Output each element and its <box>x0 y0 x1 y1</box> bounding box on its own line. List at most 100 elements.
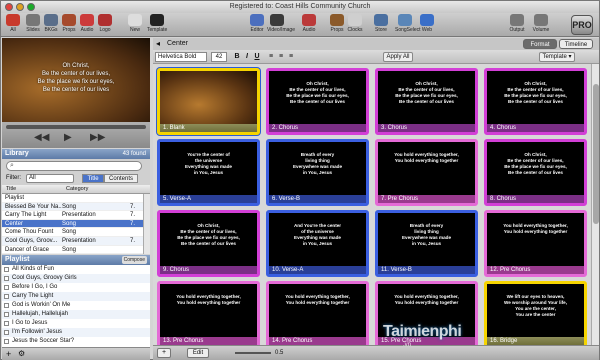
library-row[interactable]: Dancer of Grace Song <box>2 246 143 254</box>
playlist-checkbox[interactable] <box>4 294 9 299</box>
seg-contents[interactable]: Contents <box>104 174 138 183</box>
seg-title[interactable]: Title <box>82 174 104 183</box>
minimize-window-button[interactable] <box>16 3 24 11</box>
slide-thumbnail[interactable]: You hold everything together, You hold ev… <box>266 281 369 345</box>
playlist-checkbox[interactable] <box>4 330 9 335</box>
library-row[interactable]: Playlist <box>2 194 143 203</box>
library-scrollbar[interactable] <box>143 194 150 254</box>
toolbar-props-button[interactable]: Props <box>59 14 79 33</box>
slide-thumbnail[interactable]: Oh Christ, Be the center of our lives, Be … <box>484 139 587 206</box>
toolbar-store-button[interactable]: Store <box>371 14 391 33</box>
font-size-select[interactable]: 42 <box>211 52 227 62</box>
toolbar-logo-button[interactable]: Logo <box>95 14 115 33</box>
slide-thumbnail[interactable]: You hold everything together, You hold ev… <box>484 210 587 277</box>
playlist-item[interactable]: God is Workin' On Me <box>2 301 150 310</box>
library-search: ⌕ <box>2 159 150 173</box>
fast-forward-icon[interactable]: ▶▶ <box>90 132 105 143</box>
playlist-checkbox[interactable] <box>4 276 9 281</box>
watermark-domain: .vn <box>403 342 412 348</box>
search-input[interactable]: ⌕ <box>6 161 142 171</box>
edit-button[interactable]: Edit <box>187 348 209 358</box>
playlist-item[interactable]: All Kinds of Fun <box>2 265 150 274</box>
playlist-checkbox[interactable] <box>4 321 9 326</box>
playlist-item[interactable]: Carry The Light <box>2 292 150 301</box>
toolbar-new-button[interactable]: New <box>125 14 145 33</box>
breadcrumb: Center <box>167 40 189 47</box>
toolbar-video-image-button[interactable]: Video/Image <box>267 14 295 33</box>
zoom-window-button[interactable] <box>27 3 35 11</box>
tab-timeline[interactable]: Timeline <box>559 39 593 49</box>
playlist-checkbox[interactable] <box>4 339 9 344</box>
library-row[interactable]: Blessed Be Your Na... Song 7. <box>2 202 143 212</box>
playlist-item[interactable]: I Go to Jesus <box>2 319 150 328</box>
toolbar-all-button[interactable]: All <box>3 14 23 33</box>
toolbar-bkgs-button[interactable]: BKGs <box>41 14 61 33</box>
library-row[interactable]: Cool Guys, Groov... Presentation 7. <box>2 236 143 246</box>
slide-thumbnail[interactable]: Oh Christ, Be the center of our lives, Be … <box>484 68 587 135</box>
slide-thumbnail[interactable]: You're the center of the universe Everythi… <box>157 139 260 206</box>
slide-thumbnail[interactable]: Breath of every living thing Everywhere wa… <box>266 139 369 206</box>
left-footer: + ⚙ <box>2 347 150 360</box>
italic-icon[interactable]: I <box>243 52 251 62</box>
add-icon[interactable]: + <box>6 349 11 359</box>
toolbar-audio-button[interactable]: Audio <box>299 14 319 33</box>
slide-thumbnail[interactable]: You hold everything together, You hold ev… <box>375 139 478 206</box>
playlist-checkbox[interactable] <box>4 285 9 290</box>
slide-thumbnail[interactable]: We lift our eyes to heaven, We worship ar… <box>484 281 587 345</box>
toolbar-template-button[interactable]: Template <box>147 14 167 33</box>
column-category[interactable]: Category <box>66 186 88 192</box>
rewind-icon[interactable]: ◀◀ <box>34 132 49 143</box>
slide-thumbnail[interactable]: You hold everything together, You hold ev… <box>157 281 260 345</box>
bold-icon[interactable]: B <box>233 52 241 62</box>
align-center-icon[interactable]: ≡ <box>277 52 285 62</box>
slide-thumbnail[interactable]: And You're the center of the universe Ever… <box>266 210 369 277</box>
library-row[interactable]: Carry The Light Presentation 7. <box>2 211 143 220</box>
playlist-item[interactable]: Before I Go, I Go <box>2 283 150 292</box>
toolbar-clocks-button[interactable]: Clocks <box>345 14 365 33</box>
align-right-icon[interactable]: ≡ <box>287 52 295 62</box>
slide-thumbnail[interactable]: Oh Christ, Be the center of our lives, Be … <box>266 68 369 135</box>
apply-all-button[interactable]: Apply All <box>383 52 413 62</box>
underline-icon[interactable]: U <box>253 52 261 62</box>
toolbar-songselect-button[interactable]: SongSelect <box>395 14 421 33</box>
play-icon[interactable]: ▶ <box>64 132 72 143</box>
toolbar-slides-button[interactable]: Slides <box>23 14 43 33</box>
add-slide-button[interactable]: + <box>157 348 171 358</box>
toolbar-audio-button[interactable]: Audio <box>77 14 97 33</box>
back-icon[interactable]: ◂ <box>156 39 160 48</box>
compose-button[interactable]: Compose <box>121 256 147 264</box>
scroll-thumb[interactable] <box>593 84 599 224</box>
preview-line: Be the center of our lives, <box>41 71 111 77</box>
library-row[interactable]: Center Song 7. <box>2 219 143 229</box>
playlist-item[interactable]: I'm Followin' Jesus <box>2 328 150 337</box>
playlist-item[interactable]: Hallelujah, Hallelujah <box>2 310 150 319</box>
playlist-item[interactable]: Jesus the Soccer Star? <box>2 337 150 346</box>
grid-scrollbar[interactable] <box>591 64 599 345</box>
playlist-checkbox[interactable] <box>4 303 9 308</box>
align-left-icon[interactable]: ≡ <box>267 52 275 62</box>
toolbar-editor-button[interactable]: Editor <box>247 14 267 33</box>
zoom-slider[interactable] <box>235 352 271 354</box>
toolbar-props-button[interactable]: Props <box>327 14 347 33</box>
slide-thumbnail[interactable]: Oh Christ, Be the center of our lives, Be … <box>375 68 478 135</box>
live-preview[interactable]: Oh Christ, Be the center of our lives, B… <box>2 38 150 122</box>
playlist-checkbox[interactable] <box>4 312 9 317</box>
filter-select[interactable]: All <box>26 174 74 183</box>
font-select[interactable]: Helvetica Bold <box>155 52 207 62</box>
toolbar-output-button[interactable]: Output <box>507 14 527 33</box>
slide-thumbnail[interactable]: Breath of every living thing Everywhere wa… <box>375 210 478 277</box>
tab-format[interactable]: Format <box>523 39 557 49</box>
library-row[interactable]: Come Thou Fount Song <box>2 228 143 237</box>
slide-thumbnail[interactable]: 1. Blank <box>157 68 260 135</box>
settings-icon[interactable]: ⚙ <box>18 349 25 358</box>
toolbar-web-button[interactable]: Web <box>417 14 437 33</box>
playlist-checkbox[interactable] <box>4 267 9 272</box>
slide-text: And You're the center of the universe Ever… <box>269 213 366 269</box>
playlist-item[interactable]: Cool Guys, Groovy Girls <box>2 274 150 283</box>
column-title[interactable]: Title <box>6 186 16 192</box>
slide-thumbnail[interactable]: Oh Christ, Be the center of our lives, Be … <box>157 210 260 277</box>
toolbar-volume-button[interactable]: Volume <box>531 14 551 33</box>
template-dropdown[interactable]: Template ▾ <box>539 52 575 62</box>
timeline-scrubber[interactable] <box>6 125 146 129</box>
close-window-button[interactable] <box>5 3 13 11</box>
